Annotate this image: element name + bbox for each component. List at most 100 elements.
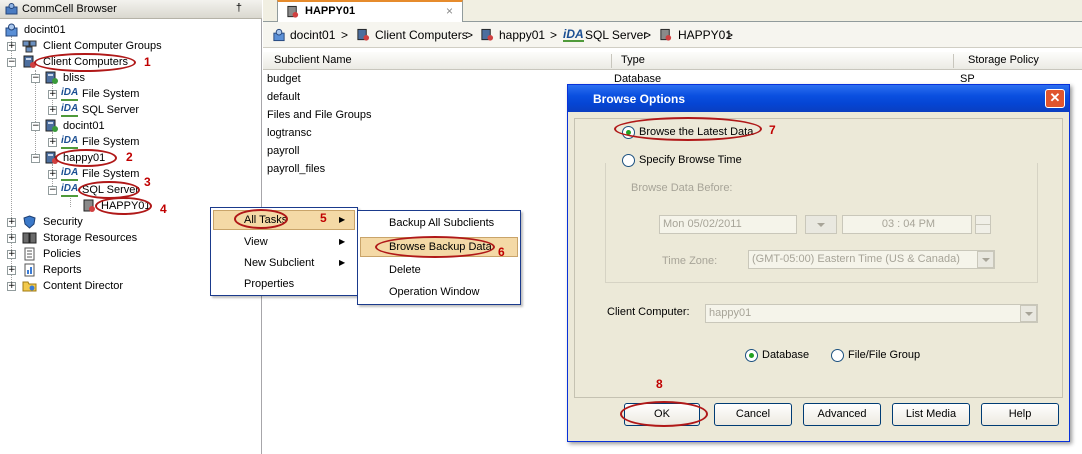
help-button[interactable]: Help	[981, 403, 1059, 426]
tree-node-root[interactable]: docint01	[4, 22, 124, 38]
expand-icon[interactable]: +	[48, 90, 57, 99]
close-tab-icon[interactable]: ×	[446, 4, 453, 18]
tree-node-happy01-file-system[interactable]: + iDA File System	[48, 166, 208, 182]
label-browse-latest[interactable]: Browse the Latest Data	[639, 126, 753, 138]
calendar-dropdown-button[interactable]	[805, 215, 837, 234]
tree-node-happy01-instance[interactable]: HAPPY01	[82, 198, 182, 214]
tree-node-reports[interactable]: + Reports	[7, 262, 187, 278]
tree-node-client-computers[interactable]: − Client Computers	[7, 54, 207, 70]
cancel-button[interactable]: Cancel	[714, 403, 792, 426]
tree-label: Security	[43, 216, 83, 228]
storage-icon	[22, 232, 37, 244]
expand-icon[interactable]: +	[7, 42, 16, 51]
breadcrumb-item[interactable]: docint01	[290, 28, 335, 42]
collapse-icon[interactable]: −	[31, 122, 40, 131]
tree-node-content-director[interactable]: + Content Director	[7, 278, 187, 294]
pin-icon[interactable]: †	[236, 2, 242, 14]
column-header[interactable]: Storage Policy	[968, 54, 1039, 66]
tree-label: happy01	[63, 152, 106, 164]
breadcrumb-item[interactable]: SQL Server	[585, 28, 647, 42]
time-spinner[interactable]	[975, 215, 991, 234]
tree-node-security[interactable]: + Security	[7, 214, 187, 230]
cell-subclient-name: logtransc	[267, 127, 312, 139]
report-icon	[24, 263, 35, 277]
tree-node-storage-resources[interactable]: + Storage Resources	[7, 230, 187, 246]
ok-button[interactable]: OK	[624, 403, 700, 426]
expand-icon[interactable]: +	[7, 218, 16, 227]
tree-node-bliss-file-system[interactable]: + iDA File System	[48, 86, 208, 102]
list-media-button[interactable]: List Media	[892, 403, 970, 426]
cell-subclient-name: default	[267, 91, 301, 103]
breadcrumb-item[interactable]: Client Computers	[375, 28, 468, 42]
tab-happy01[interactable]: HAPPY01 ×	[277, 0, 463, 22]
column-header[interactable]: Type	[621, 54, 645, 66]
collapse-icon[interactable]: −	[7, 58, 16, 67]
radio-browse-latest[interactable]	[622, 126, 635, 139]
client-dropdown-button[interactable]	[1020, 305, 1037, 322]
ida-icon: iDA	[61, 103, 79, 117]
tree-label: docint01	[63, 120, 105, 132]
expand-icon[interactable]: +	[7, 234, 16, 243]
cell-subclient-name: Files and File Groups	[267, 109, 372, 121]
column-divider[interactable]	[611, 54, 612, 68]
menu-item-new-subclient[interactable]: New Subclient	[244, 257, 314, 269]
tree-label: SQL Server	[82, 104, 140, 116]
callout-number: 4	[160, 202, 167, 216]
time-field[interactable]: 03 : 04 PM	[842, 215, 972, 234]
tree-node-bliss[interactable]: − bliss	[31, 70, 191, 86]
tree-node-client-computer-groups[interactable]: + Client Computer Groups	[7, 38, 207, 54]
callout-number: 1	[144, 55, 151, 69]
expand-icon[interactable]: +	[7, 250, 16, 259]
breadcrumb-separator: >	[726, 28, 734, 42]
tree-node-happy01-sql-server[interactable]: − iDA SQL Server	[48, 182, 208, 198]
callout-number: 3	[144, 175, 151, 189]
menu-item-all-tasks[interactable]: All Tasks	[244, 214, 287, 226]
cell-subclient-name: payroll_files	[267, 163, 326, 175]
column-divider[interactable]	[953, 54, 954, 68]
context-menu: All Tasks ▶ View ▶ New Subclient ▶ Prope…	[210, 207, 358, 296]
advanced-button[interactable]: Advanced	[803, 403, 881, 426]
client-computer-select[interactable]: happy01	[705, 304, 1038, 323]
collapse-icon[interactable]: −	[31, 154, 40, 163]
menu-item-delete[interactable]: Delete	[389, 264, 421, 276]
commcell-icon	[5, 23, 18, 37]
commcell-icon	[273, 28, 285, 42]
expand-icon[interactable]: +	[48, 106, 57, 115]
expand-icon[interactable]: +	[7, 282, 16, 291]
label-database[interactable]: Database	[762, 349, 809, 361]
collapse-icon[interactable]: −	[31, 74, 40, 83]
column-header[interactable]: Subclient Name	[274, 54, 352, 66]
breadcrumb-item[interactable]: HAPPY01	[678, 28, 732, 42]
menu-item-browse-backup-data[interactable]: Browse Backup Data	[389, 241, 492, 253]
menu-item-backup-all-subclients[interactable]: Backup All Subclients	[389, 217, 494, 229]
dialog-title-bar[interactable]: Browse Options ✕	[568, 85, 1069, 112]
tree-label: Reports	[43, 264, 82, 276]
time-zone-dropdown-button[interactable]	[977, 251, 994, 268]
sql-instance-icon	[660, 28, 672, 41]
tree-node-docint01[interactable]: − docint01	[31, 118, 191, 134]
callout-number: 7	[769, 123, 776, 137]
expand-icon[interactable]: +	[48, 138, 57, 147]
date-field[interactable]: Mon 05/02/2011	[659, 215, 797, 234]
radio-database[interactable]	[745, 349, 758, 362]
tree-node-policies[interactable]: + Policies	[7, 246, 187, 262]
expand-icon[interactable]: +	[7, 266, 16, 275]
tree-node-bliss-sql-server[interactable]: + iDA SQL Server	[48, 102, 208, 118]
folder-icon	[22, 281, 37, 292]
time-zone-select[interactable]: (GMT-05:00) Eastern Time (US & Canada)	[748, 250, 995, 269]
breadcrumb-item[interactable]: happy01	[499, 28, 545, 42]
menu-item-operation-window[interactable]: Operation Window	[389, 286, 480, 298]
menu-item-properties[interactable]: Properties	[244, 278, 294, 290]
tree-node-happy01[interactable]: − happy01	[31, 150, 191, 166]
menu-item-view[interactable]: View	[244, 236, 268, 248]
tree-node-docint01-file-system[interactable]: + iDA File System	[48, 134, 208, 150]
tree-label: bliss	[63, 72, 86, 84]
radio-file-group[interactable]	[831, 349, 844, 362]
breadcrumb: docint01 > Client Computers > happy01 > …	[263, 22, 1082, 48]
label-file-group[interactable]: File/File Group	[848, 349, 920, 361]
close-icon[interactable]: ✕	[1045, 89, 1065, 108]
commcell-icon	[5, 3, 18, 15]
collapse-icon[interactable]: −	[48, 186, 57, 195]
expand-icon[interactable]: +	[48, 170, 57, 179]
all-tasks-submenu: Backup All Subclients Browse Backup Data…	[357, 210, 521, 305]
